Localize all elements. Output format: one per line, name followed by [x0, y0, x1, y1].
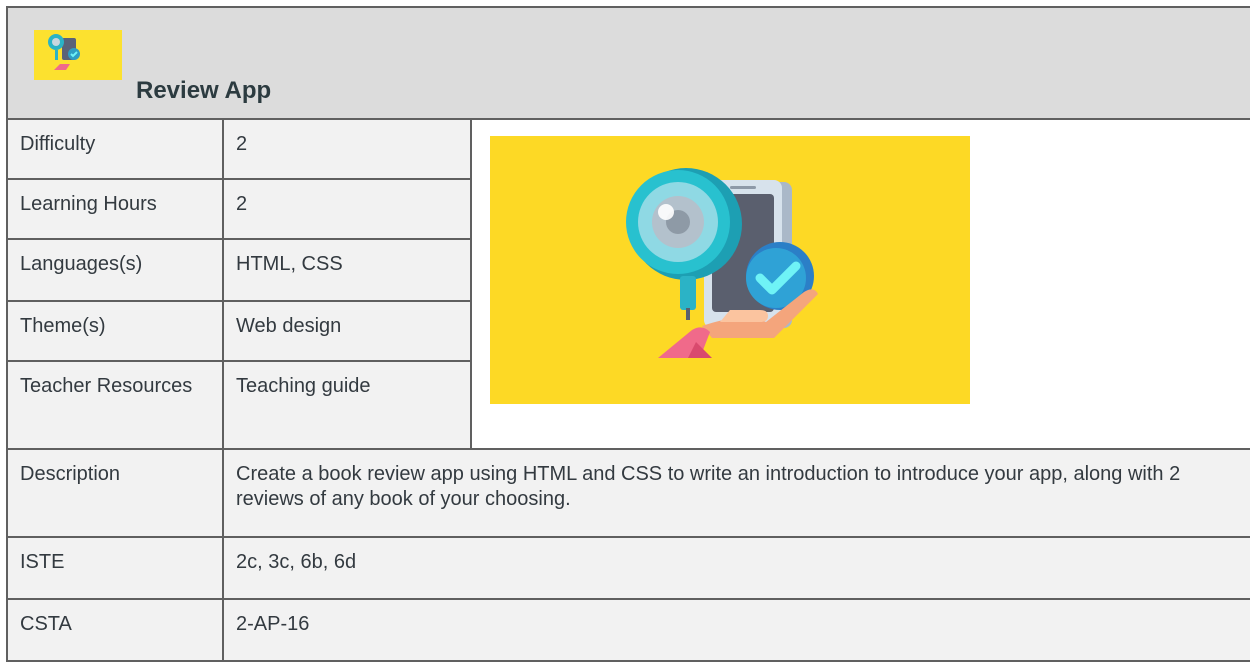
iste-value: 2c, 3c, 6b, 6d [221, 536, 1250, 600]
row-iste: ISTE 2c, 3c, 6b, 6d [6, 536, 1250, 600]
project-info-table: Review App Difficulty 2 Learning Hours 2… [5, 6, 1250, 662]
page-title: Review App [136, 77, 272, 104]
difficulty-label: Difficulty [6, 118, 224, 180]
teacher-resources-value: Teaching guide [222, 360, 472, 450]
difficulty-value: 2 [222, 118, 472, 180]
review-app-logo-icon [34, 30, 122, 80]
languages-value: HTML, CSS [222, 238, 472, 302]
languages-label: Languages(s) [6, 238, 224, 302]
description-label: Description [6, 448, 224, 538]
themes-label: Theme(s) [6, 300, 224, 362]
magnifier-phone-checkmark-icon [490, 136, 970, 404]
csta-label: CSTA [6, 598, 224, 662]
learning-hours-value: 2 [222, 178, 472, 240]
iste-label: ISTE [6, 536, 224, 600]
project-card: Review App Difficulty 2 Learning Hours 2… [5, 6, 1250, 666]
row-description: Description Create a book review app usi… [6, 448, 1250, 538]
csta-value: 2-AP-16 [221, 598, 1250, 662]
row-csta: CSTA 2-AP-16 [6, 598, 1250, 662]
hero-image-cell [469, 118, 1250, 450]
header-row: Review App [5, 6, 1250, 120]
teacher-resources-label: Teacher Resources [6, 360, 224, 450]
learning-hours-label: Learning Hours [6, 178, 224, 240]
row-difficulty: Difficulty 2 [6, 118, 1250, 450]
header-cell: Review App [5, 6, 1250, 120]
themes-value: Web design [222, 300, 472, 362]
description-value: Create a book review app using HTML and … [221, 448, 1250, 538]
